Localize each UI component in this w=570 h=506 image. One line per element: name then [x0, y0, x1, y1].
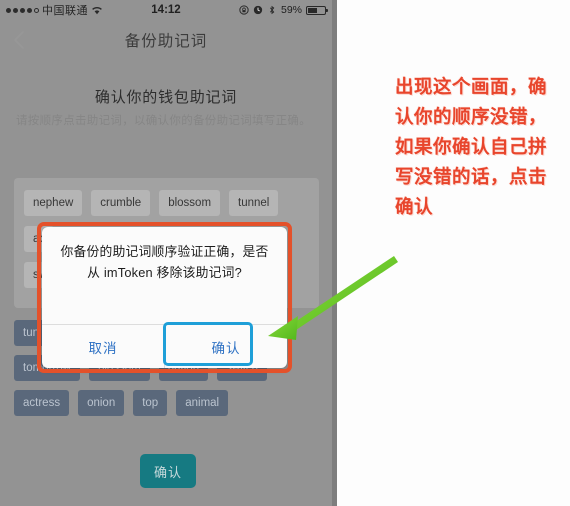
- phone-screenshot-panel: 中国联通 14:12 59% 备份助记词 确认你的钱包助记词 请按顺序点击助记词…: [0, 0, 337, 506]
- dialog-message: 你备份的助记词顺序验证正确，是否从 imToken 移除该助记词?: [60, 244, 269, 280]
- dialog-cancel-button[interactable]: 取消: [42, 325, 165, 368]
- confirm-dialog: 你备份的助记词顺序验证正确，是否从 imToken 移除该助记词? 取消 确认: [42, 227, 287, 368]
- dialog-actions: 取消 确认: [42, 324, 287, 368]
- phone-panel-edge: [332, 0, 337, 506]
- screenshot-root: 中国联通 14:12 59% 备份助记词 确认你的钱包助记词 请按顺序点击助记词…: [0, 0, 570, 506]
- annotation-text: 出现这个画面，确认你的顺序没错，如果你确认自己拼写没错的话，点击确认: [395, 76, 548, 217]
- dialog-confirm-button[interactable]: 确认: [165, 325, 287, 368]
